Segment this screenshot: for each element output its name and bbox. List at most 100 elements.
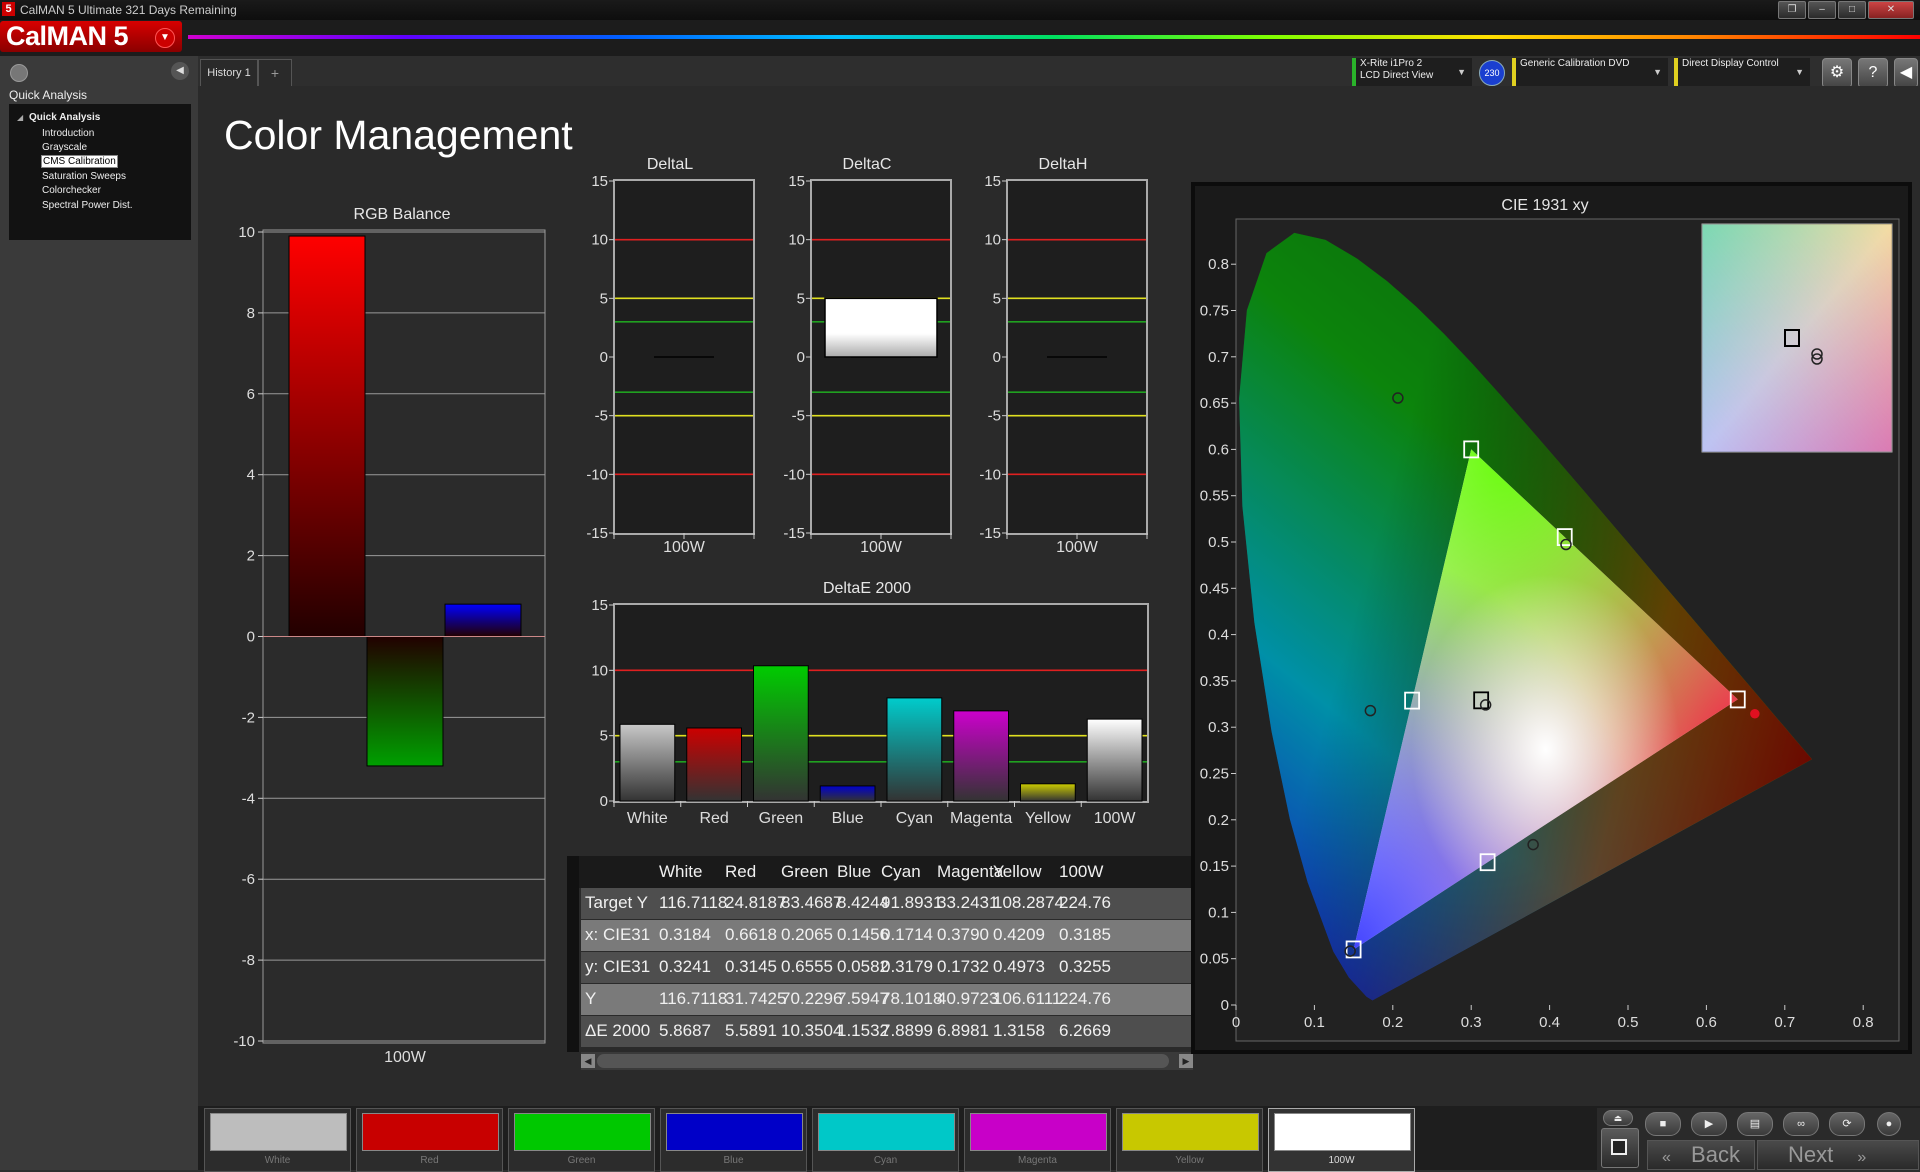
- table-horizontal-scrollbar[interactable]: ◀ ▶: [581, 1052, 1193, 1070]
- sidebar-item-colorchecker[interactable]: Colorchecker: [42, 185, 101, 196]
- restore-icon[interactable]: ❐: [1778, 1, 1806, 19]
- swatch-chip: [1274, 1113, 1411, 1151]
- scroll-right-icon[interactable]: ▶: [1179, 1054, 1193, 1068]
- deltae-chart: 15 10 5 0 White Red Green Blue Cyan Magenta Yello…: [591, 597, 1149, 827]
- save-icon[interactable]: ▤: [1737, 1112, 1773, 1136]
- rgb-bar: [444, 603, 522, 638]
- next-button[interactable]: Next »: [1757, 1140, 1919, 1170]
- add-tab-button[interactable]: +: [258, 59, 292, 86]
- table-cell: 24.8187: [725, 893, 787, 912]
- chevron-down-icon[interactable]: ▼: [155, 28, 175, 48]
- deltae-bar: [953, 710, 1009, 802]
- refresh-icon[interactable]: ⟳: [1829, 1112, 1865, 1136]
- table-cell: 0.1714: [881, 925, 933, 944]
- table-cell: 5.8687: [659, 1021, 711, 1040]
- color-swatch[interactable]: Magenta: [964, 1108, 1111, 1172]
- swatch-label: Cyan: [873, 1155, 898, 1166]
- maximize-icon[interactable]: □: [1838, 1, 1866, 19]
- table-cell: 0.3185: [1059, 925, 1111, 944]
- eject-icon[interactable]: ⏏: [1603, 1110, 1633, 1126]
- settings-gear-icon[interactable]: ⚙: [1822, 58, 1852, 88]
- close-icon[interactable]: ✕: [1868, 1, 1914, 19]
- swatch-chip: [210, 1113, 347, 1151]
- scroll-left-icon[interactable]: ◀: [581, 1054, 595, 1068]
- rgb-tick-label: 0: [247, 629, 255, 646]
- rgb-tick-label: 2: [247, 548, 255, 565]
- record-icon[interactable]: ●: [1877, 1112, 1901, 1136]
- stop-icon[interactable]: ■: [1645, 1112, 1681, 1136]
- swatch-label: Blue: [723, 1155, 744, 1166]
- tree-expand-icon[interactable]: ◢: [17, 113, 23, 122]
- help-icon[interactable]: ?: [1858, 58, 1888, 88]
- cie-y-tick-label: 0.6: [1208, 441, 1229, 458]
- app-logo-icon: 5: [2, 2, 15, 16]
- swatch-chip: [818, 1113, 955, 1151]
- deltae-bar: [1086, 718, 1143, 802]
- table-cell: 7.8899: [881, 1021, 933, 1040]
- sidebar-item-grayscale[interactable]: Grayscale: [42, 142, 87, 153]
- back-arrow-icon: «: [1662, 1149, 1671, 1166]
- meter-selector[interactable]: X-Rite i1Pro 2 LCD Direct View ▼: [1352, 58, 1472, 86]
- cie-x-tick-label: 0.8: [1853, 1014, 1874, 1031]
- table-cell: 224.76: [1059, 989, 1111, 1008]
- scroll-thumb[interactable]: [597, 1054, 1169, 1068]
- workflow-icon[interactable]: [10, 64, 28, 82]
- cie-measured-marker: [1750, 709, 1760, 719]
- table-cell: 0.3184: [659, 925, 711, 944]
- cie-y-tick-label: 0.15: [1200, 858, 1229, 875]
- table-cell: 40.9723: [937, 989, 999, 1008]
- delta-tick-label: -15: [979, 525, 1001, 542]
- sidebar-item-saturation-sweeps[interactable]: Saturation Sweeps: [42, 171, 126, 182]
- color-swatch[interactable]: Green: [508, 1108, 655, 1172]
- table-cell: 83.4687: [781, 893, 843, 912]
- display-selector[interactable]: Direct Display Control ▼: [1674, 58, 1810, 86]
- brand-menu[interactable]: CalMAN 5 ▼: [0, 21, 182, 52]
- delta-tick-label: 0: [797, 349, 805, 366]
- table-cell: 6.8981: [937, 1021, 989, 1040]
- sidebar-item-cms-calibration[interactable]: CMS Calibration: [41, 155, 118, 168]
- swatch-chip: [362, 1113, 499, 1151]
- display-name: Direct Display Control: [1682, 58, 1779, 69]
- sidebar-item-spectral-power[interactable]: Spectral Power Dist.: [42, 200, 133, 211]
- table-cell: 6.2669: [1059, 1021, 1111, 1040]
- back-button[interactable]: « Back: [1647, 1140, 1755, 1170]
- color-swatch[interactable]: Yellow: [1116, 1108, 1263, 1172]
- table-cell: 0.3241: [659, 957, 711, 976]
- play-icon[interactable]: ▶: [1691, 1112, 1727, 1136]
- rgb-tick-label: -2: [242, 709, 255, 726]
- collapse-sidebar-icon[interactable]: ◀: [171, 62, 189, 80]
- collapse-right-icon[interactable]: ◀: [1894, 58, 1918, 88]
- deltae-tick-label: 5: [600, 728, 608, 745]
- deltae-tick-label: 0: [600, 793, 608, 810]
- delta-tick-label: -15: [586, 525, 608, 542]
- stop-measurement-button[interactable]: [1601, 1128, 1639, 1168]
- rgb-tick-label: -6: [242, 871, 255, 888]
- deltae-bar: [686, 727, 742, 802]
- rgb-bar: [288, 235, 366, 637]
- continuous-icon[interactable]: ∞: [1783, 1112, 1819, 1136]
- tree-root[interactable]: Quick Analysis: [29, 112, 100, 123]
- color-swatch[interactable]: Blue: [660, 1108, 807, 1172]
- rgb-tick-label: -10: [233, 1033, 255, 1050]
- color-swatch[interactable]: White: [204, 1108, 351, 1172]
- color-swatch[interactable]: Red: [356, 1108, 503, 1172]
- table-cell: 116.7118: [659, 989, 728, 1008]
- cie-y-tick-label: 0.8: [1208, 256, 1229, 273]
- source-selector[interactable]: Generic Calibration DVD ▼: [1512, 58, 1668, 86]
- table-cell: 0.3179: [881, 957, 933, 976]
- deltah-chart: 15 10 5 0 -5 -10 -15 100W: [979, 173, 1148, 556]
- table-cell: 33.2431: [937, 893, 999, 912]
- color-swatch[interactable]: 100W: [1268, 1108, 1415, 1172]
- delta-tick-label: -10: [586, 466, 608, 483]
- table-cell: 78.1018: [881, 989, 943, 1008]
- color-swatch[interactable]: Cyan: [812, 1108, 959, 1172]
- minimize-icon[interactable]: –: [1808, 1, 1836, 19]
- delta-tick-label: 10: [984, 232, 1001, 249]
- deltae-tick-label: 10: [591, 662, 608, 679]
- tab-history-1[interactable]: History 1: [200, 59, 258, 86]
- next-label: Next: [1788, 1142, 1834, 1167]
- table-row: Target Y 116.7118 24.8187 83.4687 8.4244 91.8…: [581, 888, 1191, 919]
- meter-badge[interactable]: 230: [1479, 60, 1505, 86]
- sidebar-item-introduction[interactable]: Introduction: [42, 128, 94, 139]
- stop-square-icon: [1611, 1139, 1627, 1155]
